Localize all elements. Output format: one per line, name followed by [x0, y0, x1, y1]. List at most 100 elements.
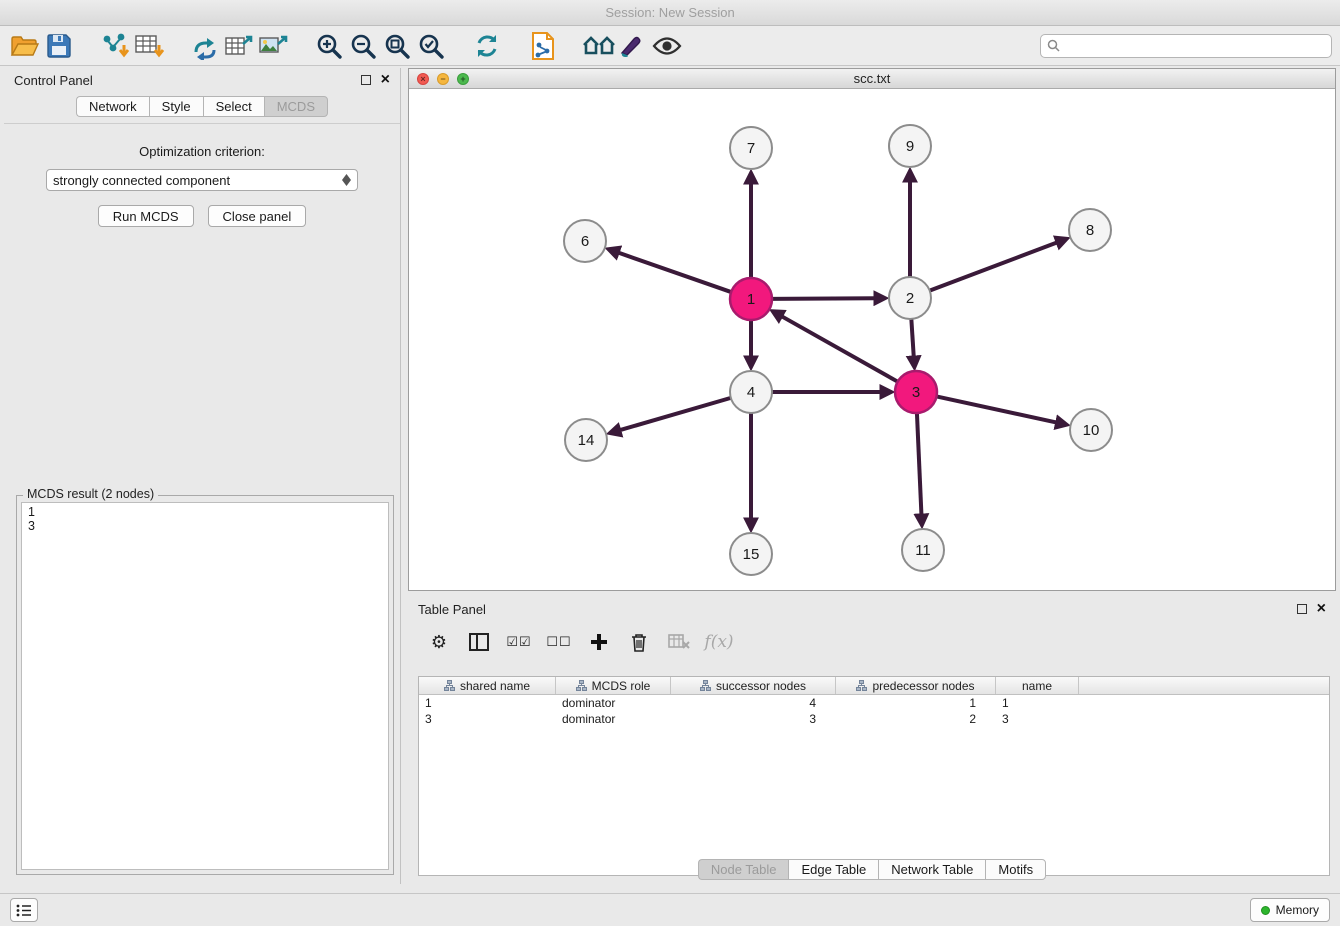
- graph-node-4[interactable]: 4: [730, 371, 772, 413]
- svg-text:9: 9: [906, 138, 914, 155]
- graph-node-3[interactable]: 3: [895, 371, 937, 413]
- tab-mcds[interactable]: MCDS: [264, 96, 328, 117]
- graph-edge-1-2[interactable]: [772, 298, 875, 299]
- tab-motifs[interactable]: Motifs: [985, 859, 1046, 880]
- graph-node-8[interactable]: 8: [1069, 209, 1111, 251]
- search-icon: [1047, 39, 1060, 52]
- zoom-out-icon[interactable]: [346, 29, 380, 63]
- graph-node-2[interactable]: 2: [889, 277, 931, 319]
- mcds-result-group: MCDS result (2 nodes) 1 3: [16, 495, 394, 875]
- svg-text:6: 6: [581, 233, 589, 250]
- graph-node-15[interactable]: 15: [730, 533, 772, 575]
- home-layout-icon[interactable]: [582, 29, 616, 63]
- delete-column-icon[interactable]: [626, 629, 652, 655]
- run-mcds-button[interactable]: Run MCDS: [98, 205, 194, 227]
- svg-text:2: 2: [906, 290, 914, 307]
- svg-text:14: 14: [578, 432, 595, 449]
- column-tree-icon: [856, 680, 867, 691]
- status-bar: Memory: [0, 893, 1340, 926]
- float-table-panel-icon[interactable]: [1297, 604, 1307, 614]
- table-row[interactable]: 1 dominator 4 1 1: [419, 695, 1329, 711]
- graph-edge-2-3[interactable]: [911, 319, 913, 357]
- refresh-view-icon[interactable]: [470, 29, 504, 63]
- table-settings-gear-icon[interactable]: ⚙: [426, 629, 452, 655]
- column-tree-icon: [576, 680, 587, 691]
- task-history-button[interactable]: [10, 898, 38, 922]
- search-input[interactable]: [1064, 39, 1325, 53]
- memory-button[interactable]: Memory: [1250, 898, 1330, 922]
- export-network-icon[interactable]: [188, 29, 222, 63]
- column-tree-icon: [700, 680, 711, 691]
- node-table: shared name MCDS role successor nodes pr…: [418, 676, 1330, 876]
- graph-node-1[interactable]: 1: [730, 278, 772, 320]
- graph-node-7[interactable]: 7: [730, 127, 772, 169]
- close-table-panel-icon[interactable]: ×: [1317, 604, 1326, 614]
- add-column-icon[interactable]: [586, 629, 612, 655]
- graph-edge-4-14[interactable]: [620, 398, 731, 430]
- tab-network[interactable]: Network: [76, 96, 149, 117]
- table-tabs: Node Table Edge Table Network Table Moti…: [408, 859, 1336, 880]
- network-graph-canvas[interactable]: 1 2 3 4 6 7 8 9 10 11 14 15: [409, 89, 1335, 590]
- export-table-icon[interactable]: [222, 29, 256, 63]
- graph-node-11[interactable]: 11: [902, 529, 944, 571]
- svg-text:3: 3: [912, 384, 920, 401]
- table-panel: Table Panel × ⚙ ☑☑ ☐☐ f(x) shared name: [408, 597, 1336, 888]
- svg-text:8: 8: [1086, 222, 1094, 239]
- node-table-header: shared name MCDS role successor nodes pr…: [419, 677, 1329, 695]
- svg-text:10: 10: [1083, 422, 1100, 439]
- column-header-predecessor-nodes[interactable]: predecessor nodes: [836, 677, 996, 694]
- dropdown-arrows-icon: [342, 174, 351, 186]
- optimization-criterion-label: Optimization criterion:: [4, 144, 400, 159]
- graph-node-14[interactable]: 14: [565, 419, 607, 461]
- column-header-mcds-role[interactable]: MCDS role: [556, 677, 671, 694]
- graph-edge-3-10[interactable]: [937, 396, 1057, 422]
- column-header-shared-name[interactable]: shared name: [419, 677, 556, 694]
- float-panel-icon[interactable]: [361, 75, 371, 85]
- show-graphics-icon[interactable]: [650, 29, 684, 63]
- zoom-in-icon[interactable]: [312, 29, 346, 63]
- select-all-icon[interactable]: ☑☑: [506, 629, 532, 655]
- window-titlebar: Session: New Session: [0, 0, 1340, 26]
- open-session-icon[interactable]: [8, 29, 42, 63]
- window-title: Session: New Session: [605, 5, 734, 20]
- graph-edge-2-8[interactable]: [930, 242, 1058, 290]
- network-view-window: scc.txt × − + 1 2 3 4 6 7 8 9 10 11 14 15: [408, 68, 1336, 591]
- network-window-titlebar: scc.txt × − +: [409, 69, 1335, 89]
- mcds-result-text[interactable]: 1 3: [21, 502, 389, 870]
- criterion-dropdown[interactable]: strongly connected component: [46, 169, 358, 191]
- graph-node-9[interactable]: 9: [889, 125, 931, 167]
- table-toolbar: ⚙ ☑☑ ☐☐ f(x): [408, 621, 1336, 661]
- apply-style-icon[interactable]: [616, 29, 650, 63]
- graph-edge-3-1[interactable]: [781, 316, 897, 382]
- zoom-fit-icon[interactable]: [380, 29, 414, 63]
- deselect-all-icon[interactable]: ☐☐: [546, 629, 572, 655]
- save-session-icon[interactable]: [42, 29, 76, 63]
- graph-edge-3-11[interactable]: [917, 413, 922, 515]
- export-image-icon[interactable]: [256, 29, 290, 63]
- graph-node-10[interactable]: 10: [1070, 409, 1112, 451]
- delete-table-icon[interactable]: [666, 629, 692, 655]
- table-panel-title: Table Panel: [418, 602, 486, 617]
- tab-node-table[interactable]: Node Table: [698, 859, 789, 880]
- search-field[interactable]: [1040, 34, 1332, 58]
- function-builder-icon[interactable]: f(x): [706, 629, 732, 655]
- tab-style[interactable]: Style: [149, 96, 203, 117]
- column-tree-icon: [444, 680, 455, 691]
- tab-select[interactable]: Select: [203, 96, 264, 117]
- table-row[interactable]: 3 dominator 3 2 3: [419, 711, 1329, 727]
- import-table-icon[interactable]: [132, 29, 166, 63]
- column-header-successor-nodes[interactable]: successor nodes: [671, 677, 836, 694]
- column-header-name[interactable]: name: [996, 677, 1079, 694]
- zoom-selected-icon[interactable]: [414, 29, 448, 63]
- tab-network-table[interactable]: Network Table: [878, 859, 985, 880]
- graph-edge-1-6[interactable]: [618, 253, 731, 293]
- import-network-icon[interactable]: [98, 29, 132, 63]
- close-panel-icon[interactable]: ×: [381, 75, 390, 85]
- new-network-view-icon[interactable]: [526, 29, 560, 63]
- mcds-result-title: MCDS result (2 nodes): [23, 487, 158, 501]
- column-visibility-icon[interactable]: [466, 629, 492, 655]
- close-panel-button[interactable]: Close panel: [208, 205, 307, 227]
- network-window-title: scc.txt: [409, 71, 1335, 86]
- tab-edge-table[interactable]: Edge Table: [788, 859, 878, 880]
- graph-node-6[interactable]: 6: [564, 220, 606, 262]
